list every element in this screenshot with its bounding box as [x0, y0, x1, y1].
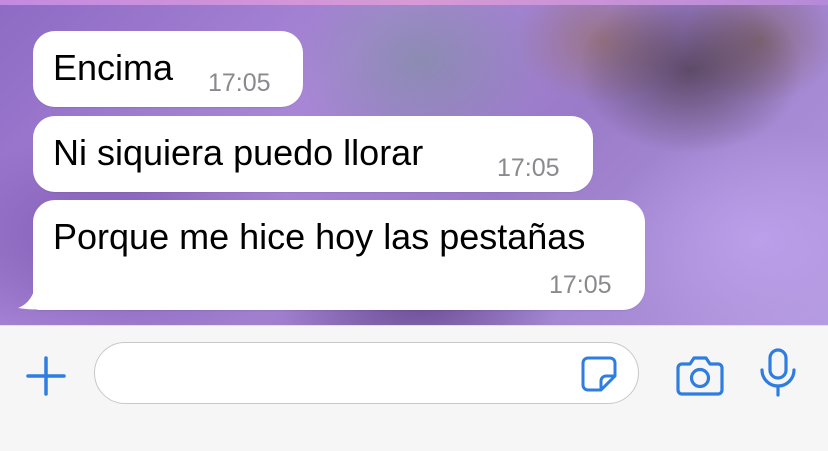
message-bubble[interactable]: Ni siquiera puedo llorar 17:05: [33, 116, 593, 192]
message-time: 17:05: [208, 69, 271, 97]
sticker-icon[interactable]: [580, 355, 618, 393]
message-time: 17:05: [497, 154, 560, 182]
microphone-icon[interactable]: [758, 348, 798, 398]
message-text: Encima: [53, 47, 174, 88]
top-accent-strip: [0, 0, 828, 5]
message-bubble[interactable]: Encima 17:05: [33, 31, 303, 107]
message-text: Porque me hice hoy las pestañas: [53, 216, 586, 257]
input-bar: [0, 325, 828, 451]
plus-icon[interactable]: [26, 356, 66, 396]
message-input[interactable]: [117, 351, 571, 395]
message-time: 17:05: [549, 271, 612, 299]
message-input-field[interactable]: [94, 342, 639, 404]
message-text: Ni siquiera puedo llorar: [53, 132, 424, 173]
chat-area[interactable]: Encima 17:05 Ni siquiera puedo llorar 17…: [0, 0, 828, 325]
message-bubble[interactable]: Porque me hice hoy las pestañas 17:05: [33, 200, 645, 310]
camera-icon[interactable]: [676, 354, 724, 396]
